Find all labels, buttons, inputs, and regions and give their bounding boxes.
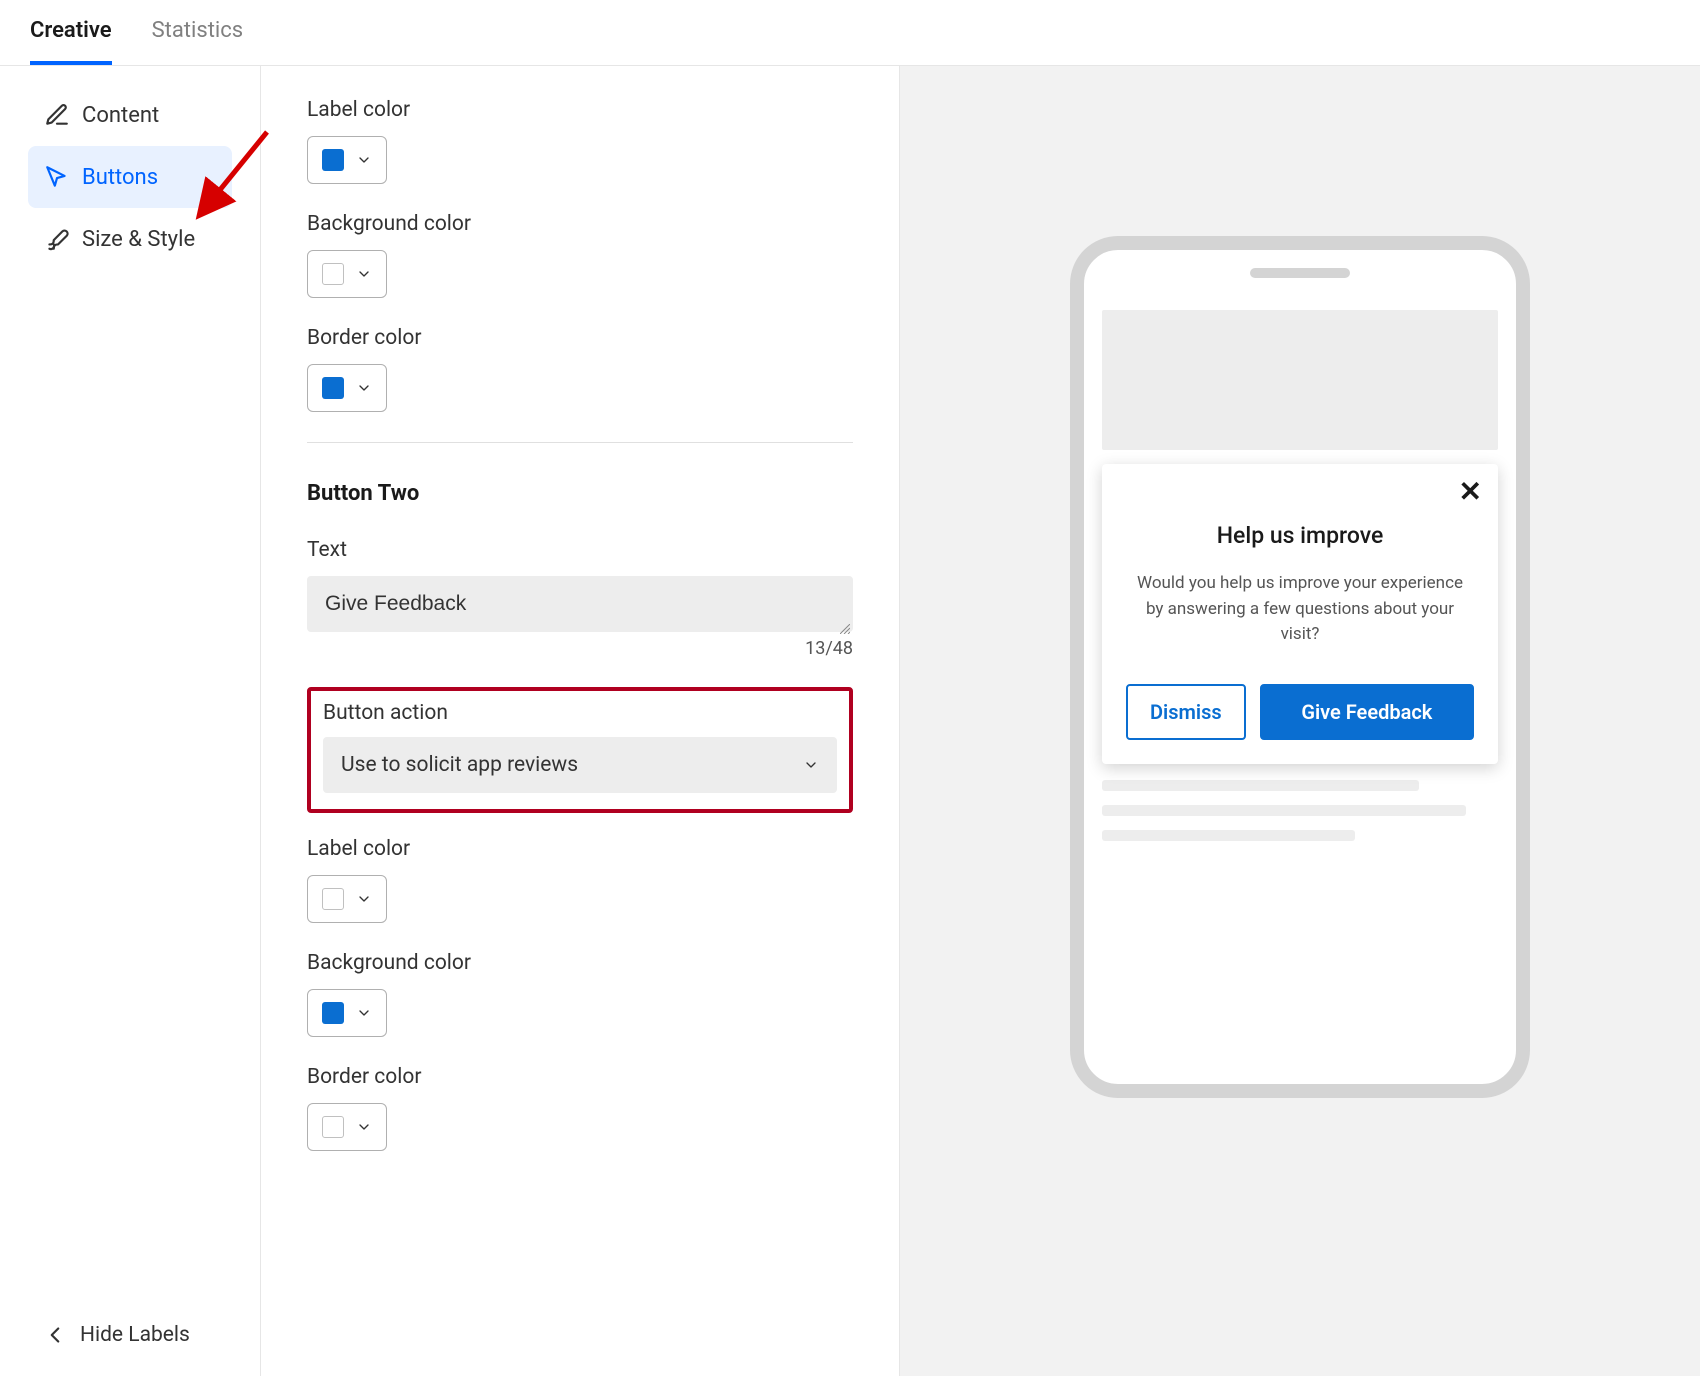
feedback-modal: ✕ Help us improve Would you help us impr… xyxy=(1102,464,1498,764)
phone-content: ✕ Help us improve Would you help us impr… xyxy=(1084,310,1516,841)
field-border-color-1: Border color xyxy=(307,326,853,412)
close-icon[interactable]: ✕ xyxy=(1459,478,1482,506)
chevron-down-icon xyxy=(356,1119,372,1135)
sidebar-item-sizestyle[interactable]: Size & Style xyxy=(28,208,232,270)
label-color-dropdown-2[interactable] xyxy=(307,875,387,923)
border-color-dropdown-2[interactable] xyxy=(307,1103,387,1151)
cursor-icon xyxy=(44,164,70,190)
button-text-input[interactable] xyxy=(307,576,853,632)
button-action-select[interactable]: Use to solicit app reviews xyxy=(323,737,837,793)
char-count: 13/48 xyxy=(307,638,853,659)
settings-panel: Label color Background color Border colo… xyxy=(260,66,900,1376)
button-two-heading: Button Two xyxy=(307,481,853,506)
color-swatch-white xyxy=(322,888,344,910)
chevron-down-icon xyxy=(356,380,372,396)
chevron-down-icon xyxy=(356,266,372,282)
field-border-color-2: Border color xyxy=(307,1065,853,1151)
sidebar-item-label: Size & Style xyxy=(82,227,195,252)
section-divider xyxy=(307,442,853,443)
color-swatch-blue xyxy=(322,377,344,399)
left-sidebar: Content Buttons Size & Style Hide Labels xyxy=(0,66,260,1376)
tab-creative[interactable]: Creative xyxy=(30,18,112,65)
chevron-down-icon xyxy=(356,152,372,168)
main-layout: Content Buttons Size & Style Hide Labels… xyxy=(0,66,1700,1376)
border-color-label: Border color xyxy=(307,1065,853,1089)
color-swatch-blue xyxy=(322,149,344,171)
border-color-dropdown-1[interactable] xyxy=(307,364,387,412)
resize-handle-icon xyxy=(840,619,850,629)
tab-statistics[interactable]: Statistics xyxy=(152,18,244,65)
edit-icon xyxy=(44,102,70,128)
button-action-highlight: Button action Use to solicit app reviews xyxy=(307,687,853,813)
chevron-down-icon xyxy=(803,757,819,773)
label-color-dropdown-1[interactable] xyxy=(307,136,387,184)
label-color-label: Label color xyxy=(307,98,853,122)
button-action-value: Use to solicit app reviews xyxy=(341,753,578,777)
color-swatch-white xyxy=(322,1116,344,1138)
background-color-label: Background color xyxy=(307,951,853,975)
phone-speaker xyxy=(1250,268,1350,278)
placeholder-line xyxy=(1102,830,1355,841)
field-text: Text 13/48 xyxy=(307,538,853,659)
field-label-color-2: Label color xyxy=(307,837,853,923)
chevron-down-icon xyxy=(356,1005,372,1021)
top-tabs: Creative Statistics xyxy=(0,0,1700,66)
sidebar-item-label: Content xyxy=(82,103,159,128)
button-action-label: Button action xyxy=(323,701,837,725)
color-swatch-blue xyxy=(322,1002,344,1024)
placeholder-hero xyxy=(1102,310,1498,450)
hide-labels-toggle[interactable]: Hide Labels xyxy=(42,1322,190,1348)
preview-area: ✕ Help us improve Would you help us impr… xyxy=(900,66,1700,1376)
brush-icon xyxy=(44,226,70,252)
modal-title: Help us improve xyxy=(1126,522,1474,549)
background-color-dropdown-2[interactable] xyxy=(307,989,387,1037)
hide-labels-text: Hide Labels xyxy=(80,1323,190,1347)
sidebar-item-content[interactable]: Content xyxy=(28,84,232,146)
placeholder-line xyxy=(1102,805,1466,816)
chevron-down-icon xyxy=(356,891,372,907)
text-label: Text xyxy=(307,538,853,562)
sidebar-item-label: Buttons xyxy=(82,165,158,190)
border-color-label: Border color xyxy=(307,326,853,350)
field-background-color-1: Background color xyxy=(307,212,853,298)
background-color-dropdown-1[interactable] xyxy=(307,250,387,298)
sidebar-item-buttons[interactable]: Buttons xyxy=(28,146,232,208)
field-label-color-1: Label color xyxy=(307,98,853,184)
modal-body: Would you help us improve your experienc… xyxy=(1126,571,1474,648)
label-color-label: Label color xyxy=(307,837,853,861)
color-swatch-white xyxy=(322,263,344,285)
phone-frame: ✕ Help us improve Would you help us impr… xyxy=(1070,236,1530,1098)
give-feedback-button[interactable]: Give Feedback xyxy=(1260,684,1474,740)
dismiss-button[interactable]: Dismiss xyxy=(1126,684,1246,740)
field-background-color-2: Background color xyxy=(307,951,853,1037)
placeholder-line xyxy=(1102,780,1419,791)
background-color-label: Background color xyxy=(307,212,853,236)
chevron-left-icon xyxy=(42,1322,68,1348)
modal-buttons: Dismiss Give Feedback xyxy=(1126,684,1474,740)
